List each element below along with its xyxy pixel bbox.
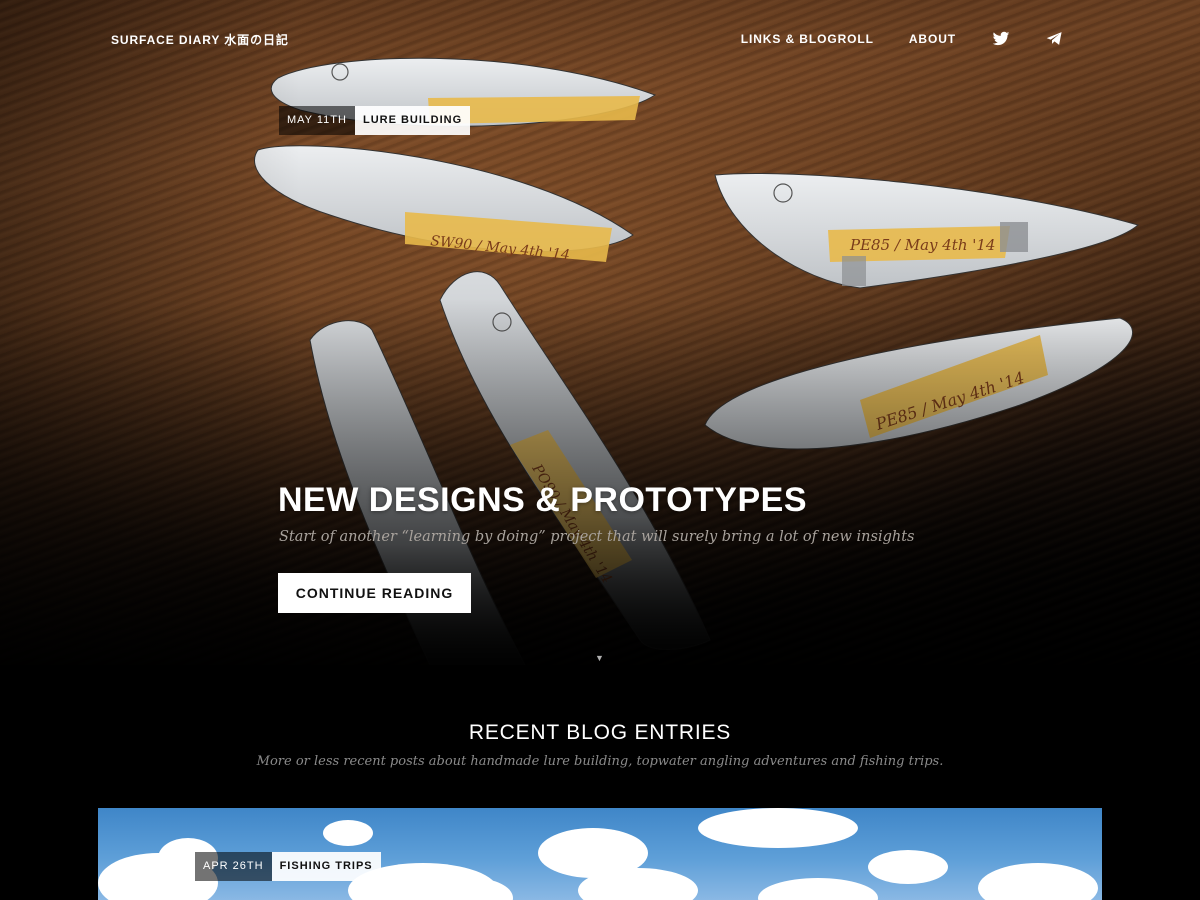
hero-section: SW90 / May 4th '14 PE85 / May 4th '14 PE…: [0, 0, 1200, 665]
hero-title[interactable]: NEW DESIGNS & PROTOTYPES: [278, 481, 807, 520]
continue-reading-button[interactable]: CONTINUE READING: [278, 573, 471, 613]
top-nav: LINKS & BLOGROLL ABOUT: [706, 31, 1064, 47]
section-title: RECENT BLOG ENTRIES: [468, 721, 732, 744]
twitter-icon[interactable]: [992, 31, 1010, 47]
cloud-shape: [323, 820, 373, 846]
lure-right: PE85 / May 4th '14: [714, 172, 1140, 289]
cloud-shape: [978, 863, 1098, 900]
nav-about[interactable]: ABOUT: [909, 32, 956, 46]
hero-subtitle: Start of another “learning by doing” pro…: [279, 529, 915, 545]
hero-post-tags: MAY 11TH LURE BUILDING: [279, 106, 471, 135]
post-date-badge: MAY 11TH: [279, 106, 355, 135]
lure-label: PE85 / May 4th '14: [849, 236, 995, 254]
cloud-shape: [698, 808, 858, 848]
cloud-shape: [758, 878, 878, 900]
nav-links-blogroll[interactable]: LINKS & BLOGROLL: [741, 32, 874, 46]
cloud-shape: [868, 850, 948, 884]
post-card-fishing-trips[interactable]: APR 26TH FISHING TRIPS: [98, 808, 1102, 900]
post-date-badge: APR 26TH: [195, 852, 272, 881]
site-brand[interactable]: SURFACE DIARY 水面の日記: [111, 31, 289, 48]
lure-bottom-right: PE85 / May 4th '14: [704, 317, 1134, 450]
category-badge[interactable]: FISHING TRIPS: [271, 852, 381, 881]
telegram-icon[interactable]: [1046, 31, 1064, 47]
category-badge[interactable]: LURE BUILDING: [354, 106, 471, 135]
scroll-down-icon[interactable]: ▼: [595, 653, 604, 663]
section-subtitle: More or less recent posts about handmade…: [256, 754, 944, 769]
lure-mid-left: SW90 / May 4th '14: [254, 145, 634, 264]
card-post-tags: APR 26TH FISHING TRIPS: [195, 852, 381, 881]
lure-prototypes-image: SW90 / May 4th '14 PE85 / May 4th '14 PE…: [254, 57, 1140, 665]
